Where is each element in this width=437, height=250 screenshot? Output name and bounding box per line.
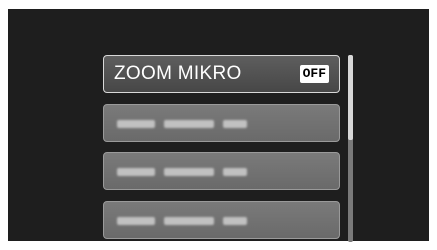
blurred-label bbox=[117, 120, 247, 128]
blurred-label bbox=[117, 168, 247, 176]
menu-item-zoom-mikro[interactable]: ZOOM MIKRO OFF bbox=[103, 55, 340, 93]
menu-item-blurred-1[interactable] bbox=[103, 104, 340, 142]
scrollbar-thumb[interactable] bbox=[348, 55, 353, 140]
blurred-label bbox=[117, 217, 247, 225]
menu-item-blurred-2[interactable] bbox=[103, 152, 340, 190]
menu-item-blurred-3[interactable] bbox=[103, 201, 340, 239]
camera-menu-screen: ZOOM MIKRO OFF bbox=[8, 9, 429, 242]
off-badge-icon: OFF bbox=[299, 65, 329, 83]
menu-item-label: ZOOM MIKRO bbox=[114, 63, 242, 84]
menu-scrollbar[interactable] bbox=[348, 55, 353, 242]
